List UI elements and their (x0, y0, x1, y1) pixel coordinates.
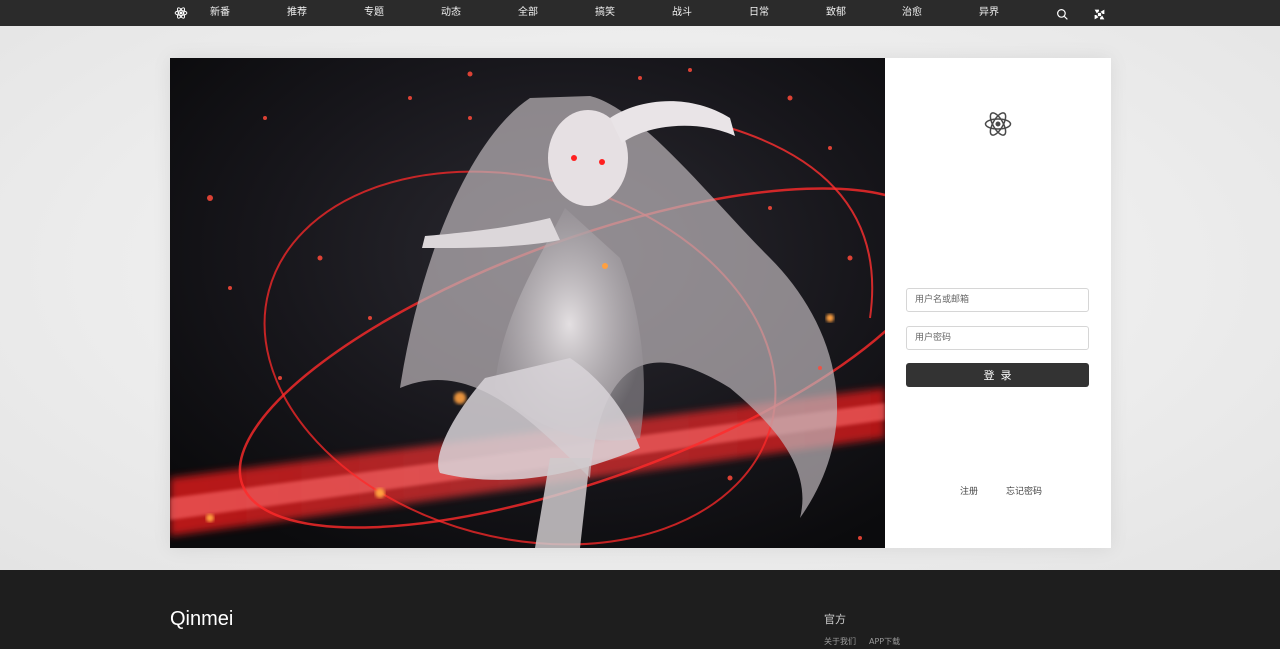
login-button[interactable]: 登录 (906, 363, 1089, 387)
nav-item-new-anime[interactable]: 新番 (210, 0, 230, 26)
hero-artwork (170, 58, 885, 548)
forgot-password-link[interactable]: 忘记密码 (1006, 484, 1042, 497)
nav-item-comedy[interactable]: 搞笑 (595, 0, 615, 26)
footer-link-about[interactable]: 关于我们 (824, 636, 856, 647)
login-card: 登录 注册 忘记密码 (170, 58, 1111, 548)
register-link[interactable]: 注册 (960, 484, 978, 497)
nav-item-action[interactable]: 战斗 (672, 0, 692, 26)
shuffle-icon[interactable] (1093, 6, 1106, 20)
password-input[interactable] (906, 326, 1089, 350)
search-icon[interactable] (1056, 6, 1069, 20)
nav-item-daily-life[interactable]: 日常 (749, 0, 769, 26)
nav-item-topics[interactable]: 专题 (364, 0, 384, 26)
footer: Qinmei 官方 关于我们 APP下载 (0, 570, 1280, 649)
nav-item-all[interactable]: 全部 (518, 0, 538, 26)
username-input[interactable] (906, 288, 1089, 312)
nav-item-recommended[interactable]: 推荐 (287, 0, 307, 26)
login-panel: 登录 注册 忘记密码 (885, 58, 1111, 548)
nav-item-isekai[interactable]: 异界 (979, 0, 999, 26)
nav-item-healing[interactable]: 治愈 (902, 0, 922, 26)
atom-logo-icon (983, 109, 1013, 139)
nav-item-updates[interactable]: 动态 (441, 0, 461, 26)
atom-logo-icon[interactable] (174, 5, 188, 19)
footer-brand: Qinmei (170, 608, 234, 630)
footer-heading: 官方 (824, 613, 846, 626)
nav-item-melancholy[interactable]: 致郁 (826, 0, 846, 26)
top-nav-bar: 新番 推荐 专题 动态 全部 搞笑 战斗 日常 致郁 治愈 异界 (0, 0, 1280, 26)
footer-link-app-download[interactable]: APP下载 (869, 636, 900, 647)
